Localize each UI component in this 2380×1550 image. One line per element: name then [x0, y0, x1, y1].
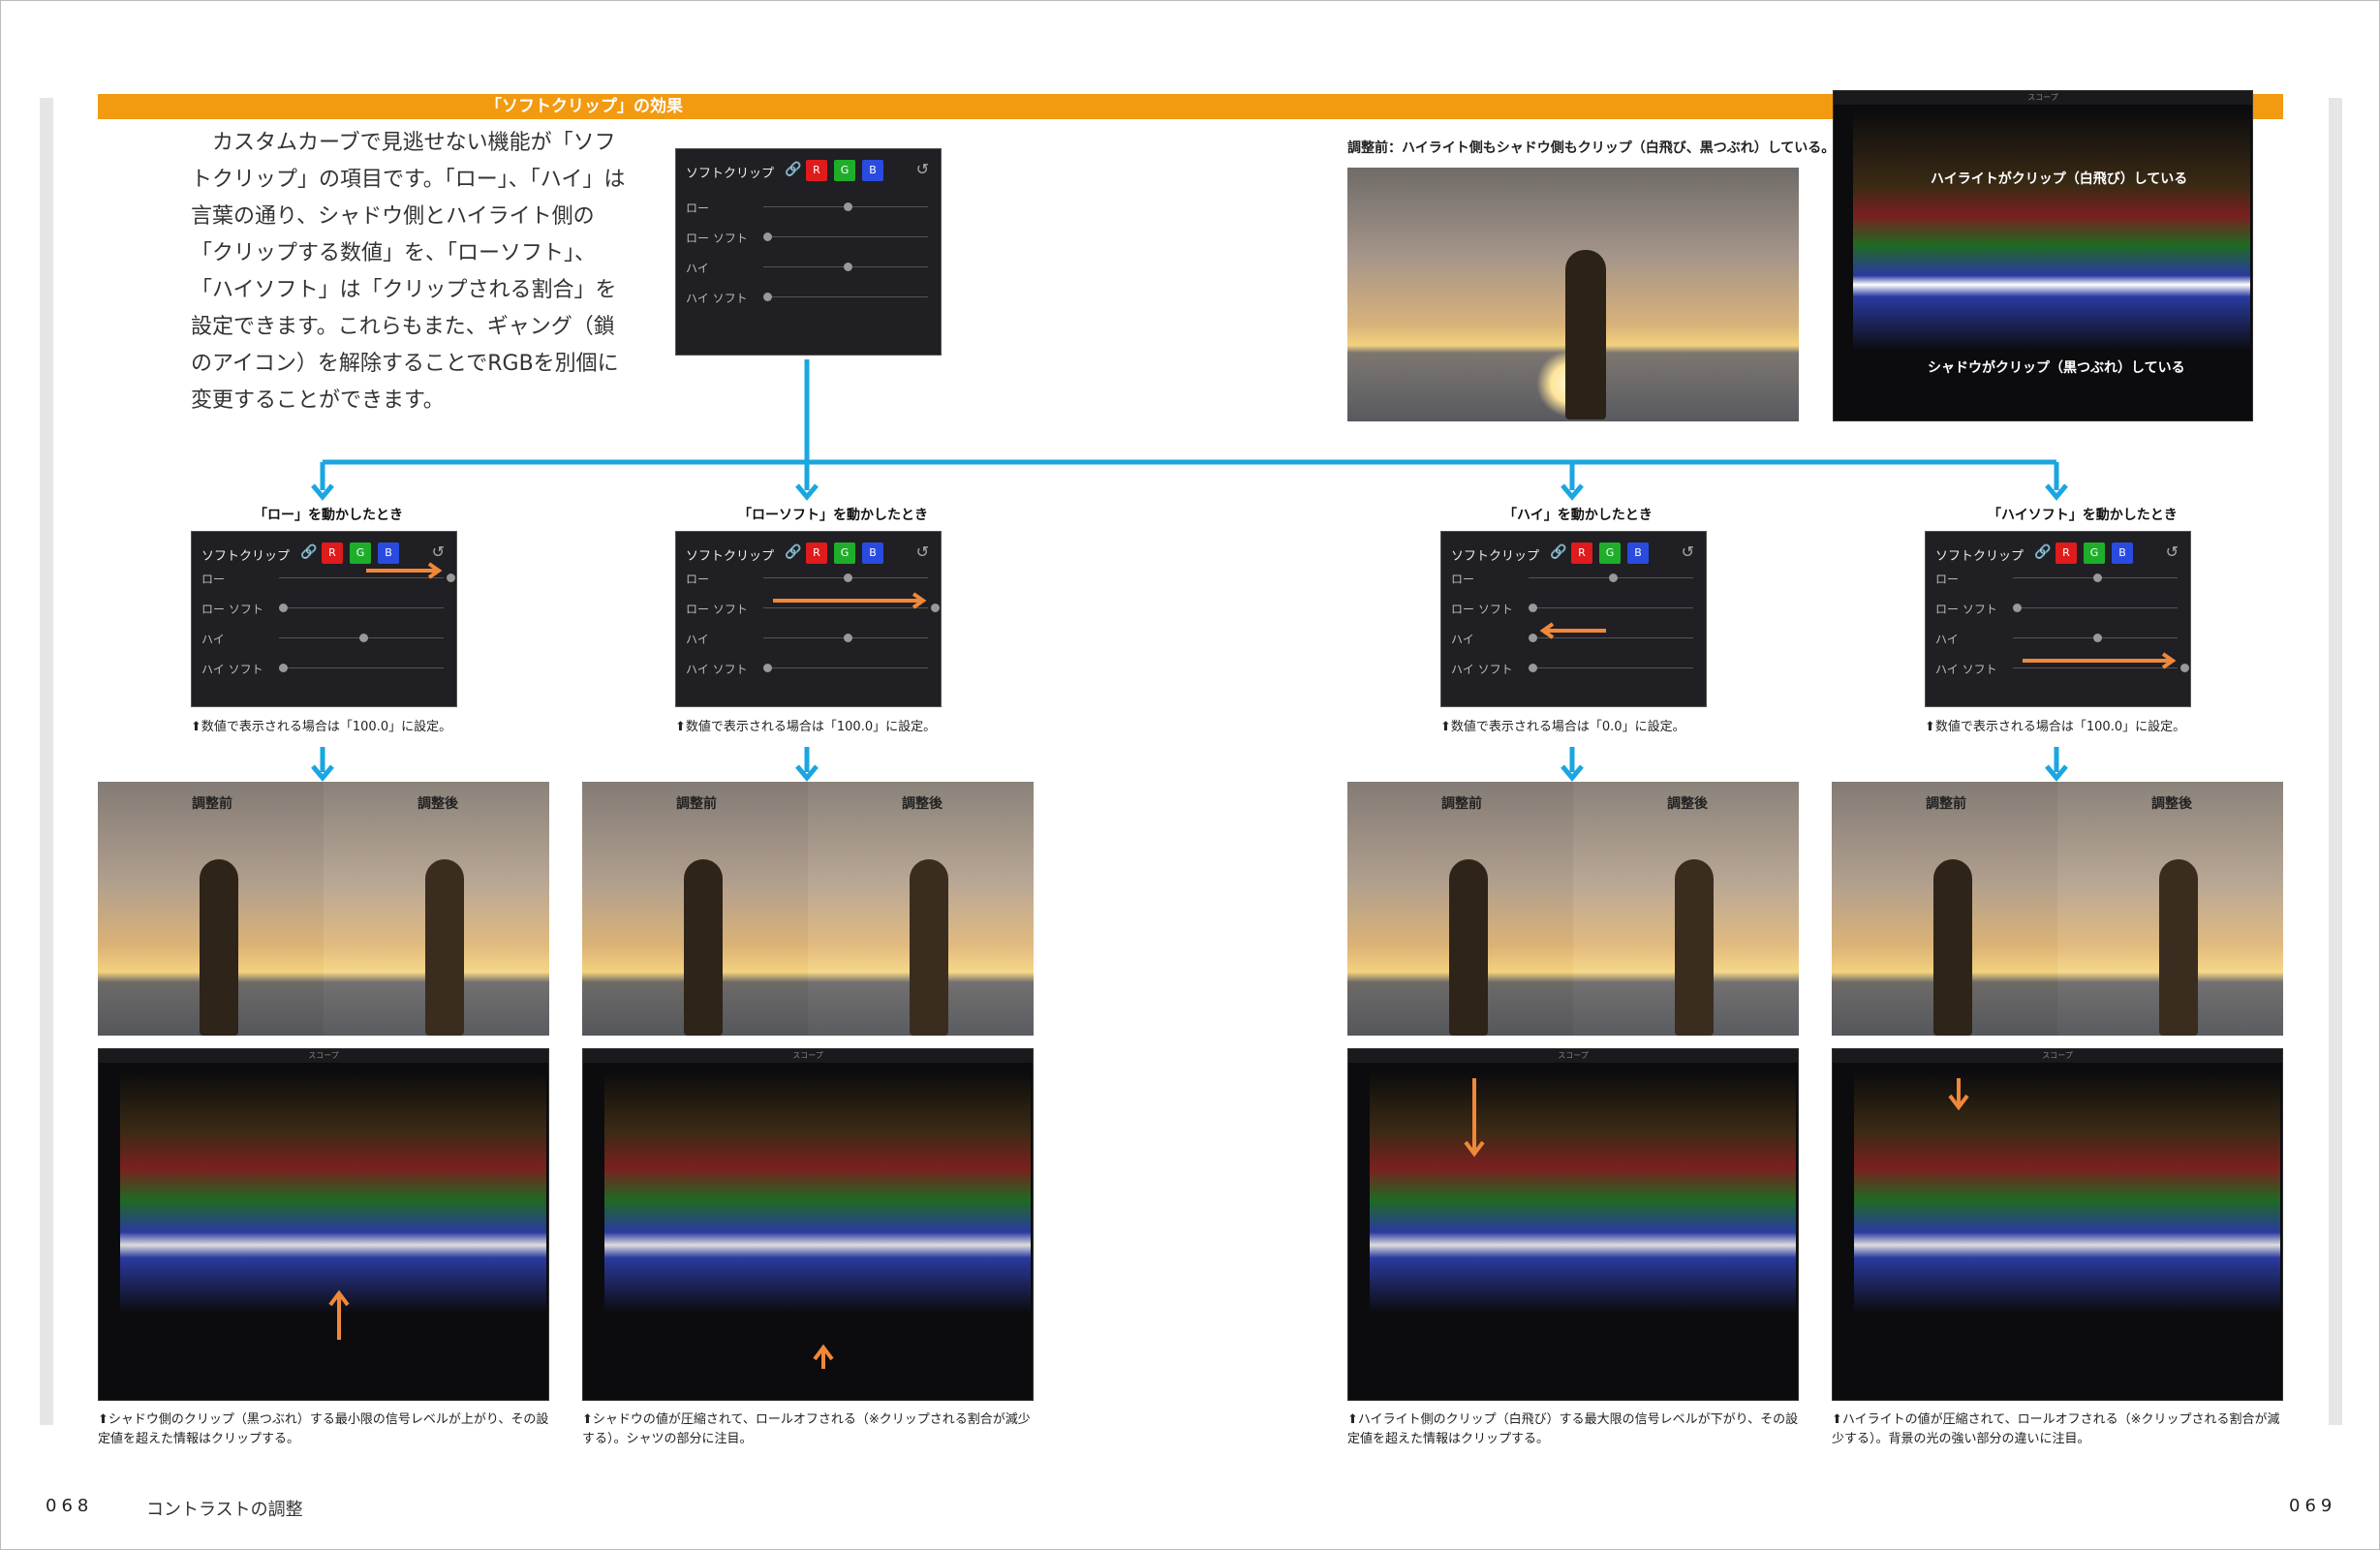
before-scope: スコープ ハイライトがクリップ（白飛び）している シャドウがクリップ（黒つぶれ）… — [1833, 90, 2253, 421]
scope-caption: ⬆ハイライトの値が圧縮されて、ロールオフされる（※クリップされる割合が減少する）… — [1832, 1412, 2280, 1446]
waveform-scope: スコープ — [98, 1048, 549, 1401]
right-page-number: 069 — [2289, 1496, 2337, 1516]
scope-caption: ⬆シャドウ側のクリップ（黒つぶれ）する最小限の信号レベルが上がり、その設定値を超… — [98, 1412, 549, 1446]
row-label-high-soft: ハイ ソフト — [686, 292, 748, 305]
orange-arrow — [366, 562, 443, 579]
comparison-photo: 調整前 調整後 — [98, 782, 549, 1036]
r-button[interactable]: R — [806, 160, 827, 181]
after-label: 調整後 — [2151, 796, 2192, 812]
panel-note: ⬆数値で表示される場合は「100.0」に設定。 — [1925, 720, 2186, 734]
before-label: 調整前 — [1441, 796, 1482, 812]
after-label: 調整後 — [417, 796, 458, 812]
waveform-scope: スコープ — [1832, 1048, 2283, 1401]
orange-arrow — [1539, 622, 1606, 639]
panel-note: ⬆数値で表示される場合は「100.0」に設定。 — [191, 720, 452, 734]
before-label: 調整前 — [192, 796, 232, 812]
scope-caption: ⬆ハイライト側のクリップ（白飛び）する最大限の信号レベルが下がり、その設定値を超… — [1347, 1412, 1799, 1446]
slider-high[interactable] — [844, 263, 852, 271]
panel-note: ⬆数値で表示される場合は「100.0」に設定。 — [675, 720, 937, 734]
comparison-photo: 調整前 調整後 — [1832, 782, 2283, 1036]
scope-note-high: ハイライトがクリップ（白飛び）している — [1931, 171, 2188, 187]
comparison-photo: 調整前 調整後 — [582, 782, 1034, 1036]
slider-high-soft[interactable] — [763, 293, 772, 301]
scope-title: スコープ — [1834, 91, 2252, 105]
scope-orange-arrow — [813, 1344, 834, 1369]
row-label-high: ハイ — [686, 262, 709, 275]
scope-orange-arrow — [1464, 1078, 1485, 1158]
scope-orange-arrow — [328, 1289, 350, 1340]
scope-caption: ⬆シャドウの値が圧縮されて、ロールオフされる（※クリップされる割合が減少する）。… — [582, 1412, 1031, 1446]
column-heading: 「ハイ」を動かしたとき — [1503, 508, 1653, 523]
before-photo — [1347, 168, 1799, 421]
before-label: 調整前 — [676, 796, 717, 812]
soft-clip-panel: ソフトクリップ 🔗 R G B ↺ ロー ロー ソフト ハイ ハイ ソフト — [191, 531, 457, 707]
b-button[interactable]: B — [862, 160, 883, 181]
slider-low-soft[interactable] — [763, 232, 772, 241]
waveform-scope: スコープ — [1347, 1048, 1799, 1401]
link-icon[interactable]: 🔗 — [785, 162, 801, 177]
column-heading: 「ハイソフト」を動かしたとき — [1988, 508, 2178, 523]
left-page-number: 068 — [46, 1496, 94, 1516]
soft-clip-panel: ソフトクリップ 🔗 R G B ↺ ロー ロー ソフト ハイ ハイ ソフト — [1925, 531, 2191, 707]
soft-clip-panel: ソフトクリップ 🔗 R G B ↺ ロー ロー ソフト ハイ ハイ ソフト — [675, 531, 942, 707]
footer-title: コントラストの調整 — [146, 1500, 303, 1520]
column-heading: 「ローソフト」を動かしたとき — [738, 508, 928, 523]
soft-clip-panel: ソフトクリップ 🔗 R G B ↺ ロー ロー ソフト ハイ ハイ ソフト — [1440, 531, 1707, 707]
before-label: 調整前 — [1926, 796, 1966, 812]
reset-icon[interactable]: ↺ — [916, 160, 929, 178]
scope-note-low: シャドウがクリップ（黒つぶれ）している — [1928, 360, 2185, 376]
magazine-spread: 「ソフトクリップ」の効果 カスタムカーブで見逃せない機能が「ソフトクリップ」の項… — [0, 0, 2380, 1550]
orange-arrow — [2023, 652, 2177, 669]
waveform-scope: スコープ — [582, 1048, 1034, 1401]
orange-arrow — [773, 592, 927, 609]
row-label-low-soft: ロー ソフト — [686, 232, 748, 245]
column-heading: 「ロー」を動かしたとき — [254, 508, 403, 523]
after-label: 調整後 — [902, 796, 943, 812]
g-button[interactable]: G — [834, 160, 855, 181]
scope-orange-arrow — [1948, 1078, 1969, 1111]
after-label: 調整後 — [1667, 796, 1708, 812]
panel-note: ⬆数値で表示される場合は「0.0」に設定。 — [1440, 720, 1685, 734]
soft-clip-panel-main: ソフトクリップ 🔗 R G B ↺ ロー ロー ソフト ハイ ハイ ソフト — [675, 148, 942, 356]
row-label-low: ロー — [686, 202, 710, 215]
comparison-photo: 調整前 調整後 — [1347, 782, 1799, 1036]
slider-low[interactable] — [844, 202, 852, 211]
before-caption: 調整前：ハイライト側もシャドウ側もクリップ（白飛び、黒つぶれ）している。 — [1347, 140, 1836, 156]
panel-title: ソフトクリップ — [686, 167, 775, 181]
